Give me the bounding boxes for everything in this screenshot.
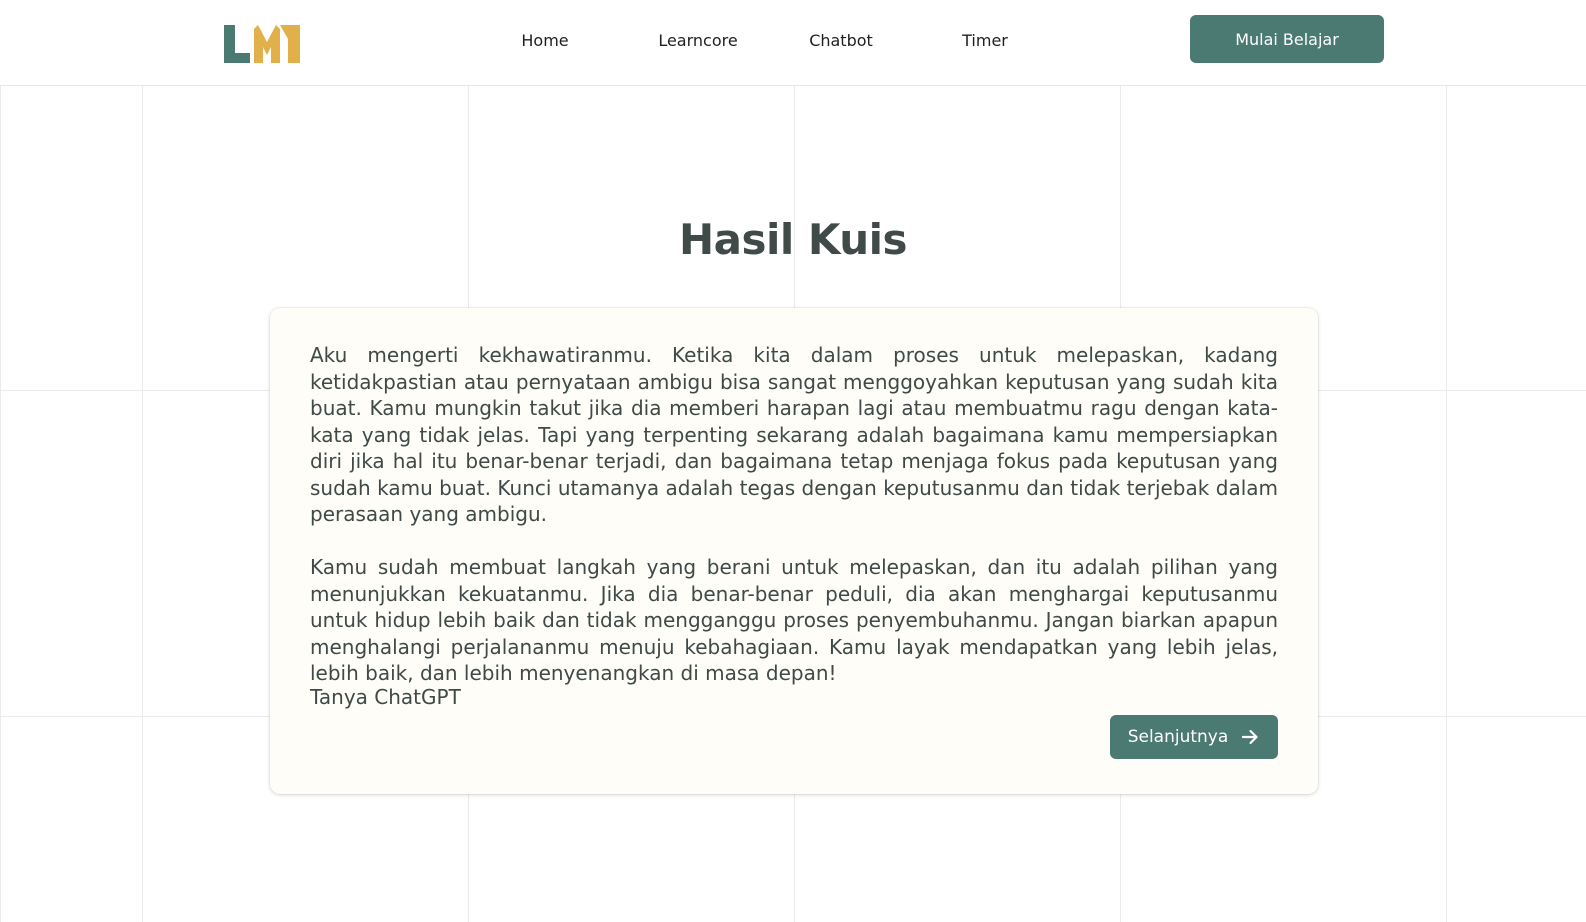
result-paragraph: Kamu sudah membuat langkah yang berani u… (310, 555, 1278, 685)
logo-icon (224, 25, 300, 63)
start-learning-button[interactable]: Mulai Belajar (1190, 15, 1384, 63)
signature-text: Tanya ChatGPT (310, 685, 461, 709)
result-paragraph: Aku mengerti kekhawatiranmu. Ketika kita… (310, 343, 1278, 526)
nav-learncore[interactable]: Learncore (633, 29, 763, 53)
next-button-label: Selanjutnya (1127, 727, 1229, 747)
grid-line (1446, 85, 1447, 922)
start-learning-label: Mulai Belajar (1235, 29, 1339, 49)
nav-chatbot[interactable]: Chatbot (776, 29, 906, 53)
nav-home[interactable]: Home (480, 29, 610, 53)
grid-line (0, 85, 1, 922)
page-title: Hasil Kuis (678, 215, 908, 264)
next-button[interactable]: Selanjutnya (1110, 715, 1278, 759)
arrow-right-icon (1240, 727, 1260, 747)
result-text: Aku mengerti kekhawatiranmu. Ketika kita… (310, 342, 1278, 687)
quiz-result-card: Aku mengerti kekhawatiranmu. Ketika kita… (270, 308, 1318, 794)
nav-timer[interactable]: Timer (920, 29, 1050, 53)
top-navbar: Home Learncore Chatbot Timer Mulai Belaj… (0, 0, 1586, 86)
logo[interactable] (224, 25, 300, 63)
grid-line (142, 85, 143, 922)
